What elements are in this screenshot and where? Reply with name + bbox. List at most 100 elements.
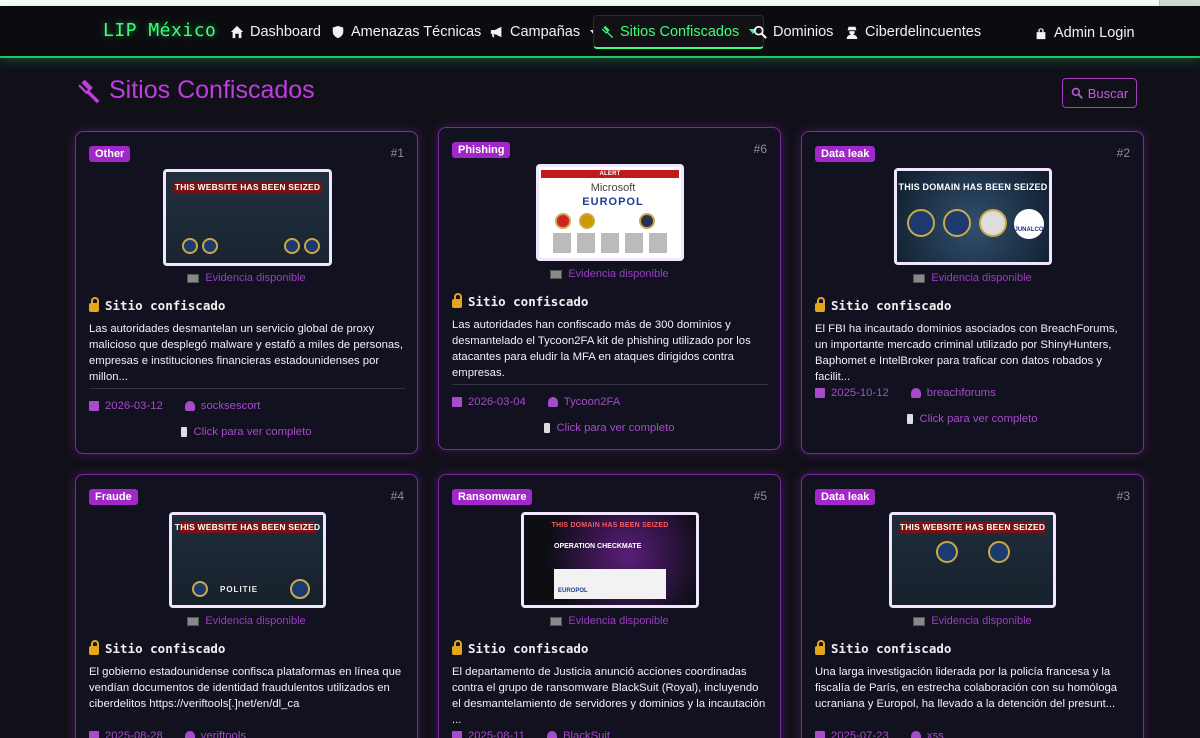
evidence-link[interactable]: Evidencia disponible: [439, 268, 780, 280]
view-full-link[interactable]: Click para ver completo: [76, 426, 417, 438]
nav-dashboard[interactable]: Dashboard: [230, 18, 321, 46]
film-icon: [550, 269, 563, 279]
lock-icon: [1036, 28, 1046, 40]
agency-seal-icon: [284, 238, 300, 254]
partner-logos: [553, 233, 667, 253]
calendar-icon: [89, 401, 99, 411]
card-description: El departamento de Justicia anunció acci…: [452, 666, 766, 726]
card-meta: 2026-03-04 Tycoon2FA: [452, 396, 620, 408]
category-badge: Fraude: [89, 489, 138, 505]
nav-sitios-label: Sitios Confiscados: [620, 23, 740, 40]
card-description: Las autoridades han confiscado más de 30…: [452, 319, 751, 379]
search-button[interactable]: Buscar: [1062, 78, 1137, 108]
card-meta: 2025-08-28 veriftools: [89, 730, 246, 738]
page-title: Sitios Confiscados: [75, 76, 315, 105]
europol-logo: EUROPOL: [582, 196, 644, 208]
category-badge: Other: [89, 146, 131, 162]
megaphone-icon: [490, 26, 502, 38]
seized-site-card[interactable]: Data leak #2 THIS DOMAIN HAS BEEN SEIZED…: [801, 131, 1144, 454]
category-badge: Ransomware: [452, 489, 533, 505]
nav-campanas-label: Campañas: [510, 24, 581, 40]
card-number: #2: [1116, 146, 1130, 160]
seized-site-card[interactable]: Data leak #3 THIS WEBSITE HAS BEEN SEIZE…: [801, 474, 1144, 738]
evidence-link[interactable]: Evidencia disponible: [76, 615, 417, 627]
agency-seal-icon: [182, 238, 198, 254]
lock-icon: [815, 640, 825, 655]
status-line: Sitio confiscado: [815, 640, 951, 656]
card-actor[interactable]: veriftools: [201, 730, 246, 738]
evidence-thumbnail[interactable]: THIS WEBSITE HAS BEEN SEIZED: [889, 512, 1056, 608]
nav-dashboard-label: Dashboard: [250, 24, 321, 40]
nav-campanas[interactable]: Campañas: [490, 18, 599, 46]
top-navbar: LIP México Dashboard Amenazas Técnicas C…: [0, 6, 1200, 58]
nav-dominios-label: Dominios: [773, 24, 834, 40]
view-full-label: Click para ver completo: [919, 413, 1038, 425]
nav-ciberdelincuentes[interactable]: Ciberdelincuentes: [845, 18, 981, 46]
nav-amenazas[interactable]: Amenazas Técnicas: [331, 18, 500, 46]
admin-login-link[interactable]: Admin Login: [1034, 19, 1135, 47]
card-actor[interactable]: socksescort: [201, 400, 261, 412]
user-icon: [547, 397, 558, 407]
evidence-thumbnail[interactable]: ALERT Microsoft EUROPOL: [536, 164, 684, 261]
lock-icon: [89, 297, 99, 312]
card-divider: [452, 384, 768, 385]
seized-site-card[interactable]: Ransomware #5 THIS DOMAIN HAS BEEN SEIZE…: [438, 474, 781, 738]
search-icon: [753, 25, 767, 39]
status-line: Sitio confiscado: [815, 297, 951, 313]
view-full-link[interactable]: Click para ver completo: [802, 413, 1143, 425]
card-number: #1: [390, 146, 404, 160]
card-date: 2026-03-12: [105, 400, 163, 412]
status-line: Sitio confiscado: [89, 297, 225, 313]
seized-site-card[interactable]: Phishing #6 ALERT Microsoft EUROPOL Evid…: [438, 127, 781, 450]
agency-seal-icon: [936, 541, 958, 563]
card-date: 2026-03-04: [468, 396, 526, 408]
calendar-icon: [815, 388, 825, 398]
card-actor[interactable]: Tycoon2FA: [564, 396, 621, 408]
agency-seal-icon: [943, 209, 971, 237]
agency-seal-icon: [579, 213, 595, 229]
card-actor[interactable]: BlackSuit: [563, 730, 610, 738]
nav-dominios[interactable]: Dominios: [753, 18, 833, 46]
nav-sitios-confiscados[interactable]: Sitios Confiscados: [593, 15, 765, 49]
alert-banner: ALERT: [541, 170, 679, 178]
evidence-link[interactable]: Evidencia disponible: [802, 615, 1143, 627]
brand-logo[interactable]: LIP México: [103, 20, 216, 41]
card-description: El FBI ha incautado dominios asociados c…: [815, 323, 1118, 383]
card-meta: 2025-08-11 BlackSuit: [452, 730, 610, 738]
user-icon: [184, 401, 195, 411]
seized-site-card[interactable]: Other #1 THIS WEBSITE HAS BEEN SEIZED Ev…: [75, 131, 418, 454]
evidence-link[interactable]: Evidencia disponible: [439, 615, 780, 627]
category-badge: Data leak: [815, 489, 876, 505]
nav-ciberdelincuentes-label: Ciberdelincuentes: [865, 24, 982, 40]
evidence-label: Evidencia disponible: [568, 615, 669, 627]
lock-icon: [89, 640, 99, 655]
user-icon: [546, 731, 557, 738]
agency-seal-icon: [907, 209, 935, 237]
agency-seal-icon: [192, 581, 208, 597]
search-icon: [1071, 87, 1083, 99]
calendar-icon: [452, 731, 462, 738]
agency-seal-icon: [202, 238, 218, 254]
card-divider: [89, 388, 405, 389]
evidence-thumbnail[interactable]: THIS DOMAIN HAS BEEN SEIZED OPERATION CH…: [521, 512, 699, 608]
evidence-thumbnail[interactable]: THIS WEBSITE HAS BEEN SEIZED POLITIE: [169, 512, 326, 608]
view-full-link[interactable]: Click para ver completo: [439, 422, 780, 434]
europol-logo: EUROPOL: [558, 588, 588, 594]
evidence-thumbnail[interactable]: THIS DOMAIN HAS BEEN SEIZED JUNALCO: [894, 168, 1052, 265]
evidence-link[interactable]: Evidencia disponible: [76, 272, 417, 284]
film-icon: [550, 616, 563, 626]
card-number: #5: [753, 489, 767, 503]
card-meta: 2026-03-12 socksescort: [89, 400, 260, 412]
card-actor[interactable]: xss: [927, 730, 944, 738]
calendar-icon: [815, 731, 825, 738]
lock-icon: [452, 640, 462, 655]
evidence-label: Evidencia disponible: [931, 615, 1032, 627]
user-icon: [910, 388, 921, 398]
status-text: Sitio confiscado: [105, 641, 226, 656]
evidence-link[interactable]: Evidencia disponible: [802, 272, 1143, 284]
search-button-label: Buscar: [1087, 85, 1129, 101]
evidence-thumbnail[interactable]: THIS WEBSITE HAS BEEN SEIZED: [163, 169, 332, 266]
seized-site-card[interactable]: Fraude #4 THIS WEBSITE HAS BEEN SEIZED P…: [75, 474, 418, 738]
card-actor[interactable]: breachforums: [927, 387, 996, 399]
agency-seal-icon: [988, 541, 1010, 563]
